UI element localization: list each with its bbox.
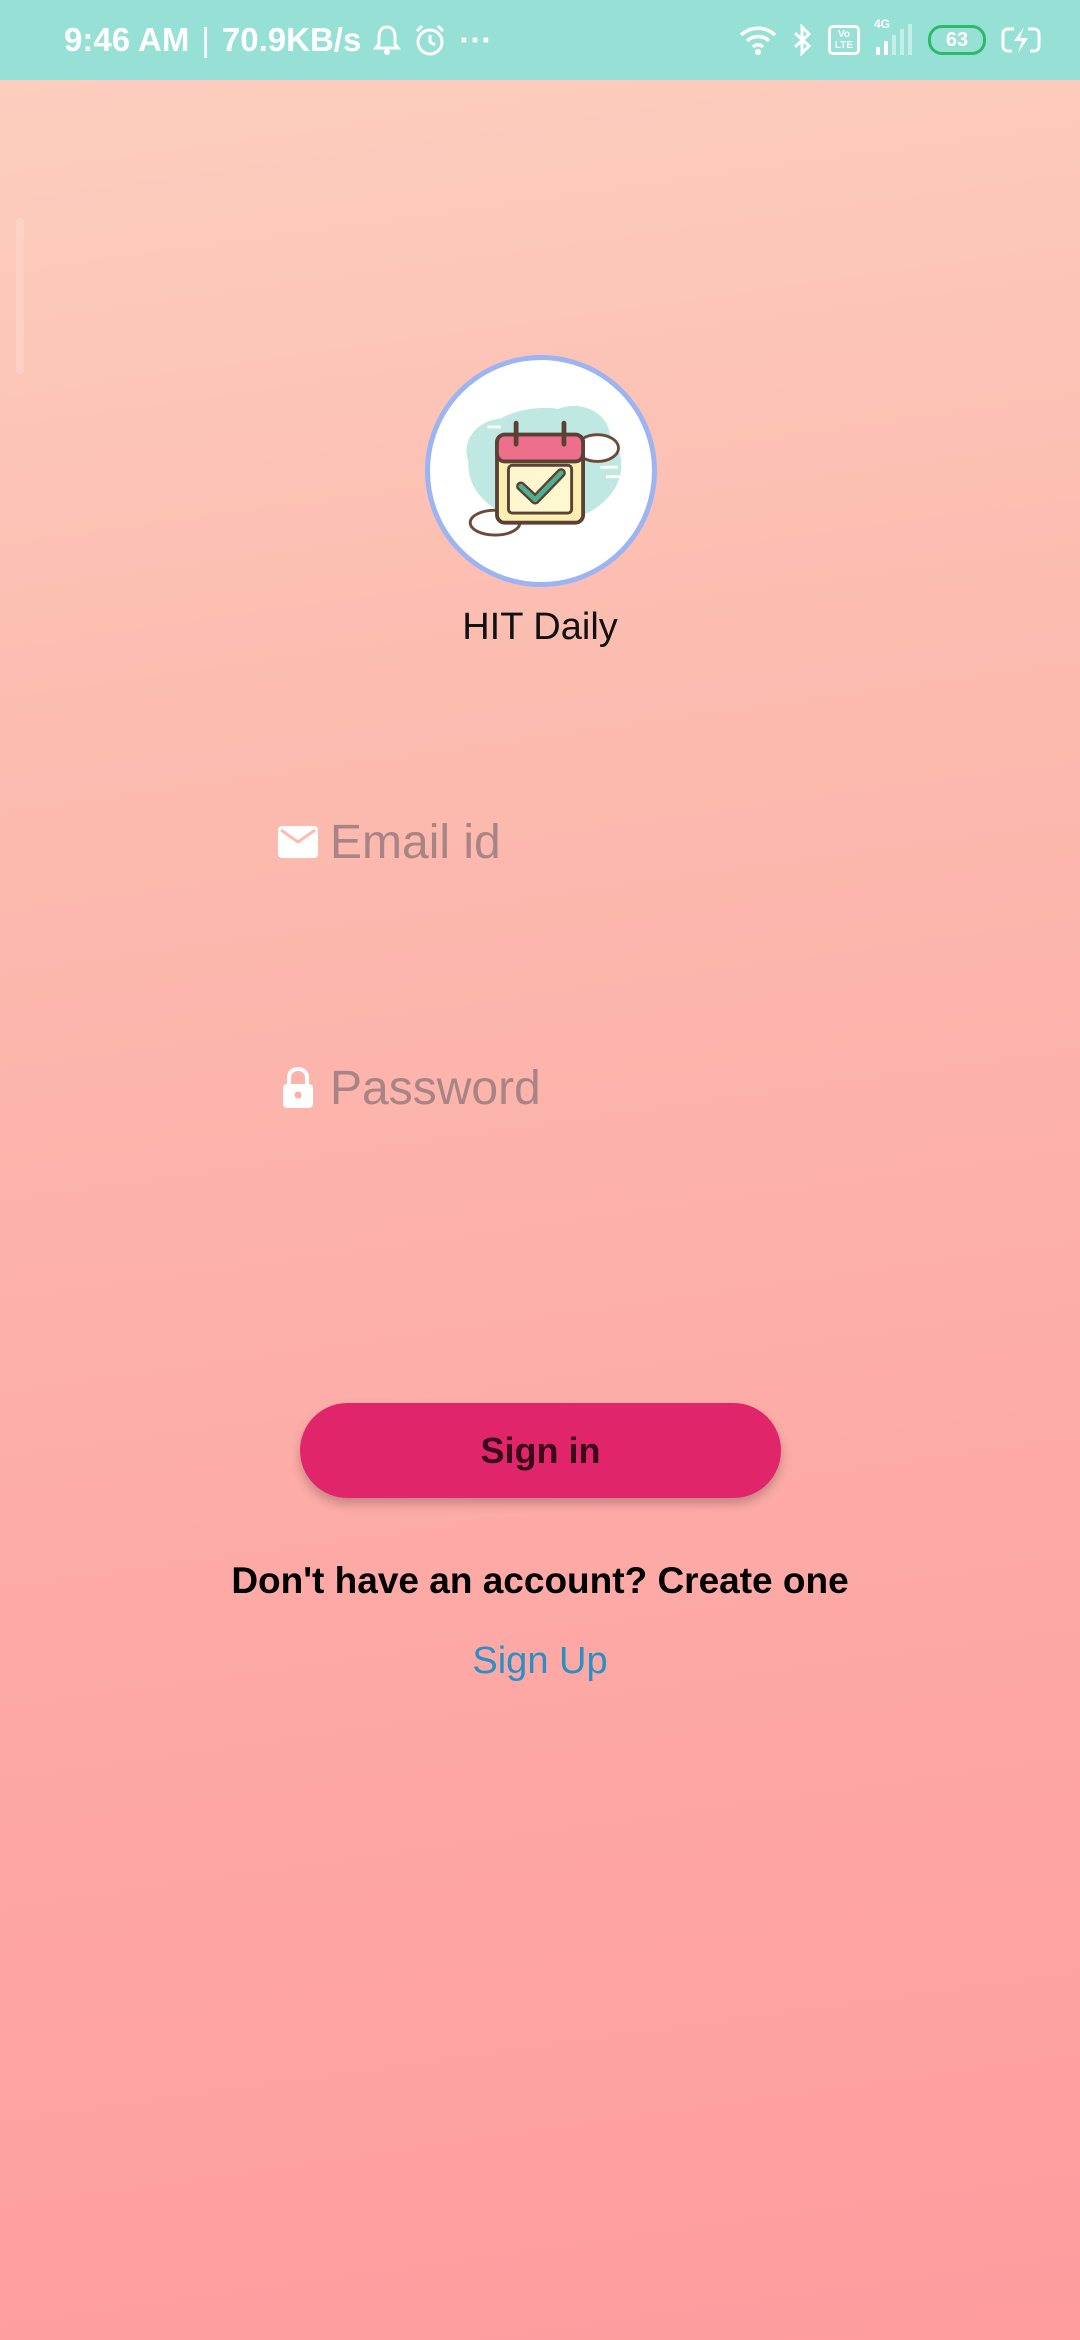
status-bar: 9:46 AM | 70.9KB/s ··· Vo LTE 4G 63 [0,0,1080,80]
charging-icon [1000,24,1042,56]
calendar-check-icon [466,405,622,537]
notification-bell-icon [373,24,402,56]
status-right: Vo LTE 4G 63 [738,17,1042,57]
wifi-icon [738,24,778,56]
bluetooth-icon [792,24,814,56]
more-dots: ··· [459,21,493,58]
scroll-indicator [16,218,24,374]
app-logo [425,355,657,587]
network-type: 4G [874,17,891,31]
sign-up-link[interactable]: Sign Up [0,1640,1080,1683]
battery-level: 63 [945,28,969,51]
mail-icon [276,820,320,864]
volte-vo: Vo [837,29,851,40]
volte-lte: LTE [834,40,854,51]
status-separator: | [201,21,210,58]
password-input[interactable] [330,1060,810,1116]
status-left: 9:46 AM | 70.9KB/s ··· [64,21,492,59]
email-field[interactable] [276,802,836,882]
lock-icon [276,1066,320,1110]
battery-indicator: 63 [928,25,986,55]
sign-in-button[interactable]: Sign in [300,1403,781,1498]
status-speed: 70.9KB/s [221,21,362,58]
alarm-icon [413,23,447,57]
app-name: HIT Daily [462,606,618,648]
password-field[interactable] [276,1048,836,1128]
create-account-prompt: Don't have an account? Create one [231,1560,849,1601]
status-time: 9:46 AM [64,21,190,58]
signal-icon: 4G [874,17,914,57]
volte-badge: Vo LTE [828,25,860,55]
email-input[interactable] [330,814,810,870]
